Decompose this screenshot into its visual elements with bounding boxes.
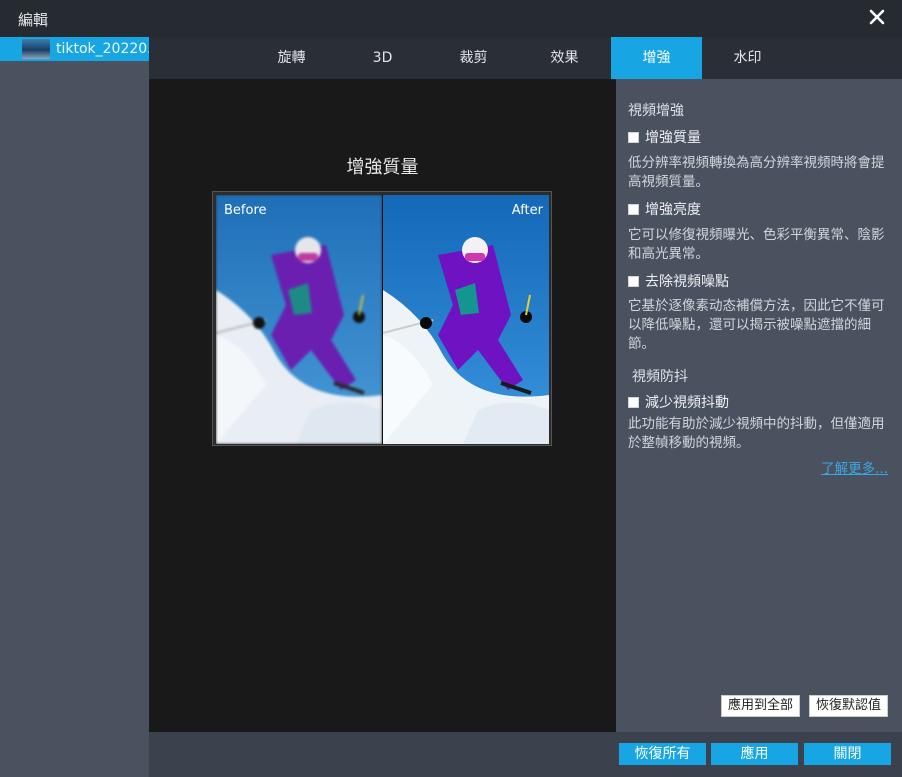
- edit-tab-bar: 旋轉 3D 裁剪 效果 增強 水印: [149, 37, 902, 79]
- window-title: 編輯: [18, 11, 49, 29]
- title-bar: 編輯: [0, 0, 902, 38]
- tab-enhance[interactable]: 增強: [611, 37, 702, 79]
- reset-default-button[interactable]: 恢復默認值: [809, 695, 889, 717]
- checkbox-label: 增強亮度: [645, 202, 701, 218]
- enhance-quality-checkbox[interactable]: 增強質量: [628, 127, 701, 147]
- before-after-comparison: Before After: [212, 191, 552, 446]
- tab-rotate[interactable]: 旋轉: [246, 37, 337, 79]
- checkbox-label: 減少視頻抖動: [645, 395, 729, 411]
- apply-to-all-button[interactable]: 應用到全部: [721, 695, 801, 717]
- remove-noise-checkbox[interactable]: 去除視頻噪點: [628, 271, 729, 291]
- enhance-brightness-description: 它可以修復視頻曝光、色彩平衡異常、陰影和高光異常。: [628, 227, 885, 262]
- footer-bar: 恢復所有 應用 關閉: [149, 732, 902, 777]
- close-button[interactable]: 關閉: [804, 743, 891, 765]
- file-list-sidebar: tiktok_20220...: [0, 37, 161, 777]
- after-label: After: [511, 203, 543, 218]
- reduce-shake-checkbox[interactable]: 減少視頻抖動: [628, 392, 729, 412]
- preview-title: 增強質量: [346, 157, 419, 178]
- enhance-settings-panel: 視頻增強 增強質量 低分辨率視頻轉換為高分辨率視頻時將會提高視頻質量。 增強亮度…: [616, 79, 902, 732]
- before-label: Before: [224, 203, 267, 218]
- after-image: After: [383, 195, 549, 444]
- checkbox-box[interactable]: [628, 131, 639, 143]
- checkbox-box[interactable]: [628, 203, 639, 215]
- video-enhance-heading: 視頻增強: [628, 103, 684, 119]
- file-name: tiktok_20220...: [56, 41, 161, 57]
- checkbox-box[interactable]: [628, 275, 639, 287]
- before-image: Before: [216, 195, 382, 444]
- file-list-item[interactable]: tiktok_20220...: [0, 37, 161, 61]
- enhance-quality-description: 低分辨率視頻轉換為高分辨率視頻時將會提高視頻質量。: [628, 155, 885, 190]
- restore-all-button[interactable]: 恢復所有: [619, 743, 706, 765]
- tab-effect[interactable]: 效果: [519, 37, 610, 79]
- checkbox-label: 增強質量: [645, 130, 701, 146]
- apply-button[interactable]: 應用: [711, 743, 798, 765]
- checkbox-label: 去除視頻噪點: [645, 274, 729, 290]
- tab-crop[interactable]: 裁剪: [428, 37, 519, 79]
- checkbox-box[interactable]: [628, 396, 639, 408]
- preview-area: 增強質量 Before After: [149, 79, 616, 732]
- learn-more-link[interactable]: 了解更多...: [821, 457, 888, 477]
- remove-noise-description: 它基於逐像素动态補償方法，因此它不僅可以降低噪點，還可以揭示被噪點遮擋的細節。: [628, 298, 885, 352]
- reduce-shake-description: 此功能有助於減少視頻中的抖動，但僅適用於整幀移動的視頻。: [628, 416, 885, 451]
- tab-3d[interactable]: 3D: [337, 37, 428, 79]
- file-thumbnail: [22, 39, 50, 59]
- tab-watermark[interactable]: 水印: [702, 37, 793, 79]
- enhance-brightness-checkbox[interactable]: 增強亮度: [628, 199, 701, 219]
- close-icon[interactable]: [866, 6, 888, 28]
- stabilize-heading: 視頻防抖: [632, 369, 688, 385]
